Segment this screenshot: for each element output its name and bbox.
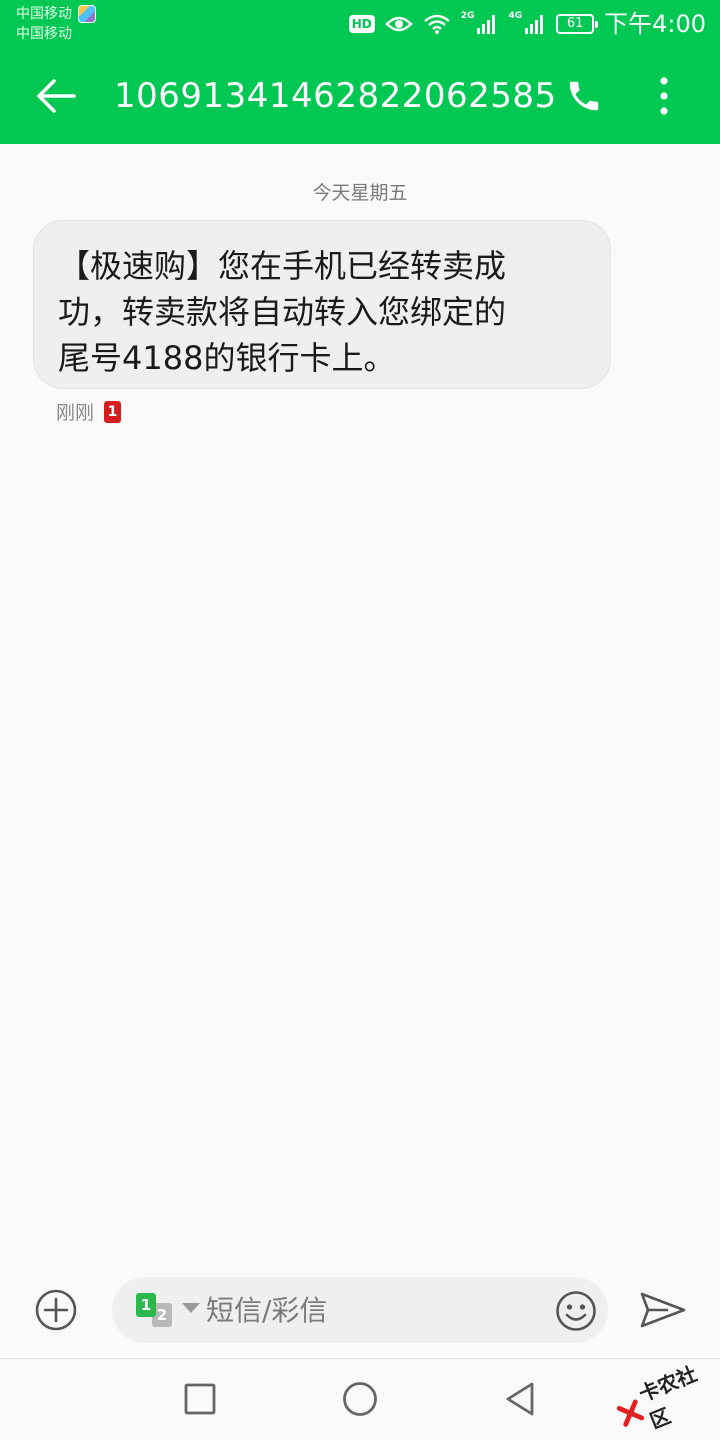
message-timestamp: 刚刚 [56, 402, 95, 424]
carrier-label-2: 中国移动 [16, 26, 72, 42]
emoji-icon[interactable] [554, 1289, 598, 1333]
status-clock: 下午4:00 [604, 10, 706, 38]
message-composer: 2 1 [0, 1270, 720, 1358]
recents-button[interactable] [180, 1379, 220, 1419]
back-button[interactable] [30, 72, 82, 120]
message-line-2: 功，转卖款将自动转入您绑定的 [58, 293, 507, 331]
square-icon [184, 1383, 216, 1415]
sim-selector[interactable]: 2 1 [136, 1293, 176, 1329]
phone-icon [569, 81, 599, 111]
chevron-down-icon[interactable] [182, 1303, 200, 1313]
carrier-label-1: 中国移动 [16, 6, 72, 22]
circle-icon [343, 1382, 377, 1416]
message-meta: 刚刚 1 [56, 398, 122, 425]
back-arrow-icon [37, 79, 76, 113]
status-bar: 中国移动 中国移动 HD 2G 4G 61 下午4:00 [0, 0, 720, 48]
app-bar: 10691341462822062585 [0, 48, 720, 144]
app-notification-icon [78, 5, 96, 23]
network-type-label-2: 4G [508, 11, 523, 21]
status-icons: HD 2G 4G 61 下午4:00 [348, 8, 706, 40]
hd-voice-icon: HD [348, 15, 375, 33]
carrier-info: 中国移动 中国移动 [16, 4, 96, 44]
more-vertical-icon [660, 77, 668, 115]
call-button[interactable] [556, 72, 612, 120]
network-type-label-1: 2G [460, 11, 475, 21]
add-circle-icon[interactable] [34, 1288, 78, 1332]
message-input-box: 2 1 [112, 1277, 608, 1343]
sim-card-icon: 1 [104, 400, 122, 423]
message-line-3: 尾号4188的银行卡上。 [58, 339, 396, 377]
send-icon[interactable] [638, 1288, 688, 1332]
message-bubble[interactable]: 【极速购】您在手机已经转卖成 功，转卖款将自动转入您绑定的 尾号4188的银行卡… [33, 220, 611, 389]
message-line-1: 【极速购】您在手机已经转卖成 [58, 247, 507, 285]
nav-back-button[interactable] [500, 1379, 540, 1419]
triangle-back-icon [506, 1382, 534, 1416]
conversation-title: 10691341462822062585 [114, 76, 557, 116]
message-input[interactable] [206, 1288, 536, 1332]
signal-icon-1 [477, 15, 496, 34]
eye-comfort-icon [385, 16, 413, 32]
wifi-icon [424, 14, 450, 34]
signal-icon-2 [525, 15, 544, 34]
battery-icon: 61 [556, 14, 599, 34]
home-button[interactable] [340, 1379, 380, 1419]
sim-1-icon: 1 [136, 1293, 156, 1317]
date-separator: 今天星期五 [312, 182, 408, 204]
more-options-button[interactable] [640, 72, 688, 120]
